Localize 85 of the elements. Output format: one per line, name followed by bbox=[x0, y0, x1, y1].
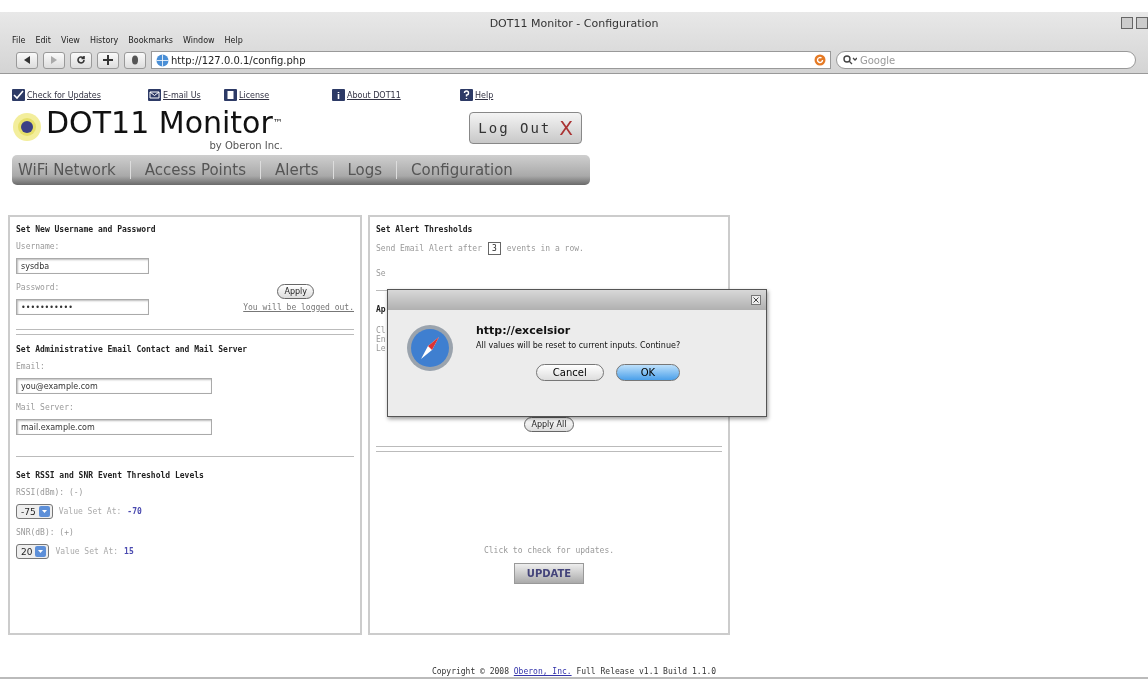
bug-button[interactable] bbox=[124, 51, 146, 69]
window-title: DOT11 Monitor - Configuration bbox=[489, 16, 659, 30]
section-heading: Set Alert Thresholds bbox=[376, 225, 473, 234]
menu-item[interactable]: View bbox=[60, 36, 80, 45]
plus-icon bbox=[103, 55, 113, 65]
reload-button[interactable] bbox=[70, 51, 92, 69]
envelope-icon bbox=[148, 89, 161, 101]
nav-tab[interactable]: Logs bbox=[347, 161, 383, 179]
globe-icon bbox=[156, 53, 169, 67]
logo-icon bbox=[12, 112, 42, 142]
field-label: Mail Server: bbox=[16, 403, 75, 412]
update-button[interactable]: UPDATE bbox=[513, 563, 585, 584]
menu-item[interactable]: Window bbox=[183, 36, 215, 45]
back-icon bbox=[23, 56, 31, 64]
cancel-button[interactable]: Cancel bbox=[535, 364, 604, 381]
compass-icon bbox=[406, 324, 454, 372]
nav-tab[interactable]: Configuration bbox=[411, 161, 513, 179]
nav-tab[interactable]: Alerts bbox=[274, 161, 319, 179]
dropdown-icon bbox=[35, 546, 47, 557]
dialog-message: All values will be reset to current inputs. Continue? bbox=[476, 341, 681, 350]
value-label: Value Set At: bbox=[58, 507, 122, 516]
menu-item[interactable]: Help bbox=[224, 36, 243, 45]
value-label: Value Set At: bbox=[55, 547, 119, 556]
alert-label: events in a row. bbox=[506, 244, 584, 253]
apply-all-button[interactable]: Apply All bbox=[524, 417, 574, 432]
field-label: Username: bbox=[16, 242, 61, 251]
footer-text: Copyright © 2008 Oberon, Inc. Full Release v1.1 Build 1.1.0 bbox=[430, 667, 718, 676]
menu-item[interactable]: Edit bbox=[35, 36, 51, 45]
dialog-title: http://excelsior bbox=[476, 324, 572, 337]
add-button[interactable] bbox=[97, 51, 119, 69]
update-hint: Click to check for updates. bbox=[483, 546, 614, 555]
checkmark-icon bbox=[12, 89, 25, 101]
header-link[interactable]: License bbox=[224, 88, 332, 102]
logo-title: DOT11 Monitor$^{™}$ bbox=[46, 106, 283, 140]
alert-label: Le bbox=[376, 344, 386, 353]
section-heading: Set New Username and Password bbox=[16, 225, 157, 234]
restore-icon[interactable] bbox=[1136, 17, 1148, 29]
forward-button[interactable] bbox=[43, 51, 65, 69]
question-icon bbox=[460, 89, 473, 101]
value-text: 15 bbox=[124, 547, 134, 556]
back-button[interactable] bbox=[16, 51, 38, 69]
alert-label: En bbox=[376, 335, 386, 344]
threshold-select[interactable]: -75 bbox=[16, 504, 53, 519]
logo-byline: by Oberon Inc. bbox=[209, 140, 283, 151]
menu-item[interactable]: Bookmarks bbox=[128, 36, 174, 45]
search-icon bbox=[843, 55, 857, 65]
logout-note-link[interactable]: You will be logged out. bbox=[243, 302, 354, 312]
mail-server-field[interactable]: mail.example.com bbox=[16, 419, 212, 435]
section-heading: Set RSSI and SNR Event Threshold Levels bbox=[16, 471, 205, 480]
alert-label: Cl bbox=[376, 326, 386, 335]
value-text: -70 bbox=[127, 507, 142, 516]
minimize-icon[interactable] bbox=[1121, 17, 1133, 29]
field-label: Email: bbox=[16, 362, 46, 371]
username-field[interactable]: sysdba bbox=[16, 258, 149, 274]
alert-label: Send Email Alert after bbox=[376, 244, 482, 253]
threshold-select[interactable]: 20 bbox=[16, 544, 50, 559]
forward-icon bbox=[50, 56, 58, 64]
header-link[interactable]: Help bbox=[460, 88, 596, 102]
logout-button[interactable]: Log Out X bbox=[469, 112, 582, 144]
ok-button[interactable]: OK bbox=[615, 364, 681, 381]
field-label: SNR(dB): (+) bbox=[16, 528, 75, 537]
dropdown-icon bbox=[38, 506, 50, 517]
email-field[interactable]: you@example.com bbox=[16, 378, 212, 394]
document-icon bbox=[224, 89, 237, 101]
close-icon[interactable] bbox=[751, 295, 761, 305]
header-link[interactable]: E-mail Us bbox=[148, 88, 224, 102]
section-heading: Set Administrative Email Contact and Mail Server bbox=[16, 345, 249, 354]
company-link[interactable]: Oberon, Inc. bbox=[513, 667, 572, 676]
nav-tab[interactable]: Access Points bbox=[144, 161, 246, 179]
count-field[interactable]: 3 bbox=[487, 242, 501, 255]
refresh-icon bbox=[814, 54, 826, 66]
alert-label: Se bbox=[376, 269, 386, 278]
field-label: Password: bbox=[16, 283, 60, 292]
menu-item[interactable]: File bbox=[12, 36, 26, 45]
header-link[interactable]: Check for Updates bbox=[12, 88, 148, 102]
address-field[interactable]: http://127.0.0.1/config.php bbox=[151, 51, 831, 69]
reload-icon bbox=[76, 55, 86, 65]
header-link[interactable]: About DOT11 bbox=[332, 88, 460, 102]
section-heading: Ap bbox=[376, 305, 386, 314]
password-field[interactable]: ••••••••••• bbox=[16, 299, 149, 315]
menu-item[interactable]: History bbox=[89, 36, 119, 45]
nav-tab[interactable]: WiFi Network bbox=[18, 161, 116, 179]
info-icon bbox=[332, 89, 345, 101]
apply-button[interactable]: Apply bbox=[277, 283, 314, 299]
field-label: RSSI(dBm): (-) bbox=[16, 488, 85, 497]
